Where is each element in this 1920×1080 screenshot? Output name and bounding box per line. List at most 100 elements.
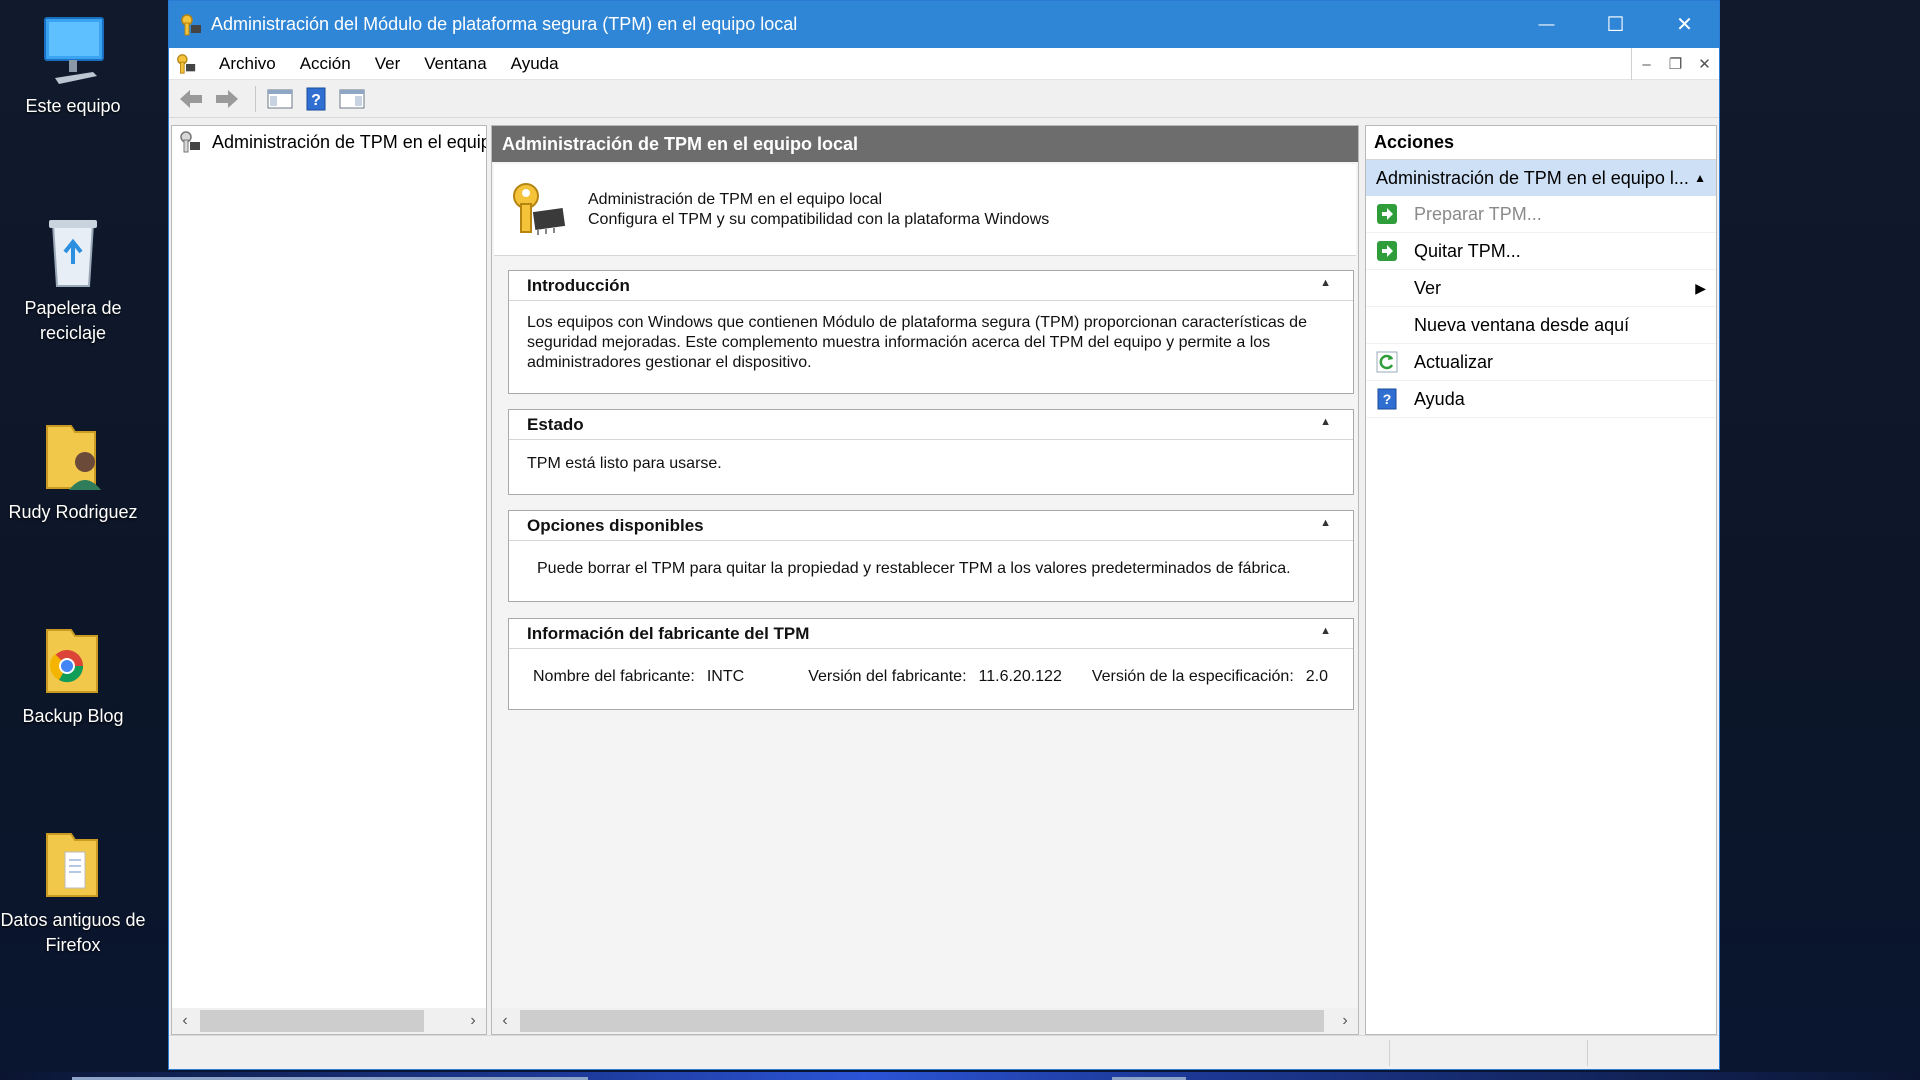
scroll-left-icon[interactable]: ‹ xyxy=(492,1012,518,1030)
status-bar xyxy=(169,1035,1719,1069)
desktop-icon-backup-blog[interactable]: Backup Blog xyxy=(0,622,146,729)
action-quitar-tpm[interactable]: Quitar TPM... xyxy=(1366,233,1716,270)
section-header[interactable]: Introducción ▲ xyxy=(509,271,1353,301)
menu-ventana[interactable]: Ventana xyxy=(412,54,498,74)
actions-title: Acciones xyxy=(1366,126,1716,160)
window-title: Administración del Módulo de plataforma … xyxy=(211,14,798,34)
manufacturer-name-value: INTC xyxy=(706,668,745,685)
tree-item-tpm-root[interactable]: Administración de TPM en el equipo local xyxy=(172,126,486,158)
manufacturer-version-value: 11.6.20.122 xyxy=(978,668,1062,685)
desktop-icon-label: Rudy Rodriguez xyxy=(8,502,138,522)
computer-icon xyxy=(35,12,111,88)
mdi-restore-button[interactable]: ❐ xyxy=(1661,55,1690,73)
action-actualizar[interactable]: Actualizar xyxy=(1366,344,1716,381)
desktop-icon-papelera[interactable]: Papelera de reciclaje xyxy=(0,214,146,346)
recycle-bin-icon xyxy=(35,214,111,290)
help-icon: ? xyxy=(1377,388,1397,410)
tree-horizontal-scrollbar[interactable]: ‹ › xyxy=(172,1008,486,1034)
action-label: Actualizar xyxy=(1414,351,1494,372)
desktop-icon-label: Este equipo xyxy=(25,96,121,116)
help-icon: ? xyxy=(306,87,326,110)
section-header[interactable]: Opciones disponibles ▲ xyxy=(509,511,1353,541)
section-estado: Estado ▲ TPM está listo para usarse. xyxy=(508,409,1354,495)
desktop-icon-label: Datos antiguos de Firefox xyxy=(0,910,146,955)
status-divider xyxy=(1587,1040,1588,1066)
actions-group-header[interactable]: Administración de TPM en el equipo l... … xyxy=(1366,160,1716,196)
action-label: Preparar TPM... xyxy=(1414,203,1542,224)
tpm-key-icon xyxy=(180,131,200,153)
desktop-icon-rudy[interactable]: Rudy Rodriguez xyxy=(0,418,146,525)
minimize-icon: — xyxy=(1538,15,1555,33)
mdi-minimize-button[interactable]: – xyxy=(1632,56,1661,73)
spec-version-label: Versión de la especificación: xyxy=(1091,668,1294,685)
svg-text:?: ? xyxy=(1383,391,1392,407)
action-ver[interactable]: Ver ▶ xyxy=(1366,270,1716,307)
menu-bar: Archivo Acción Ver Ventana Ayuda – ❐ ✕ xyxy=(169,48,1719,80)
user-folder-icon xyxy=(35,418,111,494)
section-text: Los equipos con Windows que contienen Mó… xyxy=(527,314,1307,371)
maximize-button[interactable]: ☐ xyxy=(1581,1,1650,48)
desktop-icon-label: Backup Blog xyxy=(22,706,124,726)
scrollbar-thumb[interactable] xyxy=(200,1010,424,1032)
desktop-icon-este-equipo[interactable]: Este equipo xyxy=(0,12,146,119)
maximize-icon: ☐ xyxy=(1606,14,1625,36)
forward-button[interactable] xyxy=(211,84,243,114)
show-hide-action-pane-button[interactable] xyxy=(336,84,368,114)
svg-text:?: ? xyxy=(311,92,321,109)
scrollbar-thumb[interactable] xyxy=(520,1010,1324,1032)
show-hide-tree-icon xyxy=(267,89,293,108)
status-divider xyxy=(1389,1040,1390,1066)
show-hide-tree-button[interactable] xyxy=(264,84,296,114)
action-ayuda[interactable]: ? Ayuda xyxy=(1366,381,1716,418)
scroll-right-icon[interactable]: › xyxy=(1332,1012,1358,1030)
desktop-icon-label: Papelera de reciclaje xyxy=(24,298,122,343)
close-button[interactable]: ✕ xyxy=(1650,1,1719,48)
action-preparar-tpm[interactable]: Preparar TPM... xyxy=(1366,196,1716,233)
section-text: Puede borrar el TPM para quitar la propi… xyxy=(537,560,1291,577)
folder-icon xyxy=(35,826,111,902)
title-bar[interactable]: Administración del Módulo de plataforma … xyxy=(169,1,1719,48)
menu-ver[interactable]: Ver xyxy=(363,54,413,74)
section-title: Estado xyxy=(527,414,584,434)
tpm-chip-key-icon xyxy=(513,182,566,235)
actions-group-label: Administración de TPM en el equipo l... xyxy=(1376,167,1689,188)
mdi-close-button[interactable]: ✕ xyxy=(1690,55,1719,73)
collapse-caret-icon[interactable]: ▲ xyxy=(1694,171,1706,185)
results-horizontal-scrollbar[interactable]: ‹ › xyxy=(492,1008,1358,1034)
back-button[interactable] xyxy=(175,84,207,114)
manufacturer-name-label: Nombre del fabricante: xyxy=(533,668,695,685)
collapse-caret-icon[interactable]: ▲ xyxy=(1320,625,1331,637)
green-arrow-icon xyxy=(1377,241,1397,261)
show-hide-action-pane-icon xyxy=(339,89,365,108)
action-label: Nueva ventana desde aquí xyxy=(1414,314,1630,335)
toolbar: ? xyxy=(169,80,1719,118)
scroll-right-icon[interactable]: › xyxy=(460,1012,486,1030)
spec-version-value: 2.0 xyxy=(1305,668,1329,685)
menu-ayuda[interactable]: Ayuda xyxy=(499,54,571,74)
menu-accion[interactable]: Acción xyxy=(288,54,363,74)
collapse-caret-icon[interactable]: ▲ xyxy=(1320,517,1331,529)
mdi-controls: – ❐ ✕ xyxy=(1631,48,1719,80)
minimize-button[interactable]: — xyxy=(1512,1,1581,48)
forward-arrow-icon xyxy=(216,89,238,108)
scroll-left-icon[interactable]: ‹ xyxy=(172,1012,198,1030)
intro-subtitle: Configura el TPM y su compatibilidad con… xyxy=(588,210,1050,228)
collapse-caret-icon[interactable]: ▲ xyxy=(1320,277,1331,289)
action-label: Ver xyxy=(1414,277,1442,298)
section-header[interactable]: Información del fabricante del TPM ▲ xyxy=(509,619,1353,649)
intro-title: Administración de TPM en el equipo local xyxy=(588,190,883,208)
menu-archivo[interactable]: Archivo xyxy=(207,54,288,74)
tpm-key-icon[interactable] xyxy=(175,53,197,75)
section-header[interactable]: Estado ▲ xyxy=(509,410,1353,440)
help-button[interactable]: ? xyxy=(300,84,332,114)
desktop-icon-firefox-data[interactable]: Datos antiguos de Firefox xyxy=(0,826,146,958)
intro-banner: Administración de TPM en el equipo local… xyxy=(494,164,1356,256)
section-opciones: Opciones disponibles ▲ Puede borrar el T… xyxy=(508,510,1354,602)
console-tree-pane: Administración de TPM en el equipo local… xyxy=(171,125,487,1035)
chrome-folder-icon xyxy=(35,622,111,698)
action-nueva-ventana[interactable]: Nueva ventana desde aquí xyxy=(1366,307,1716,344)
results-pane-header: Administración de TPM en el equipo local xyxy=(492,126,1358,162)
results-pane-body: Administración de TPM en el equipo local… xyxy=(492,162,1358,1008)
section-title: Opciones disponibles xyxy=(527,515,704,535)
collapse-caret-icon[interactable]: ▲ xyxy=(1320,416,1331,428)
